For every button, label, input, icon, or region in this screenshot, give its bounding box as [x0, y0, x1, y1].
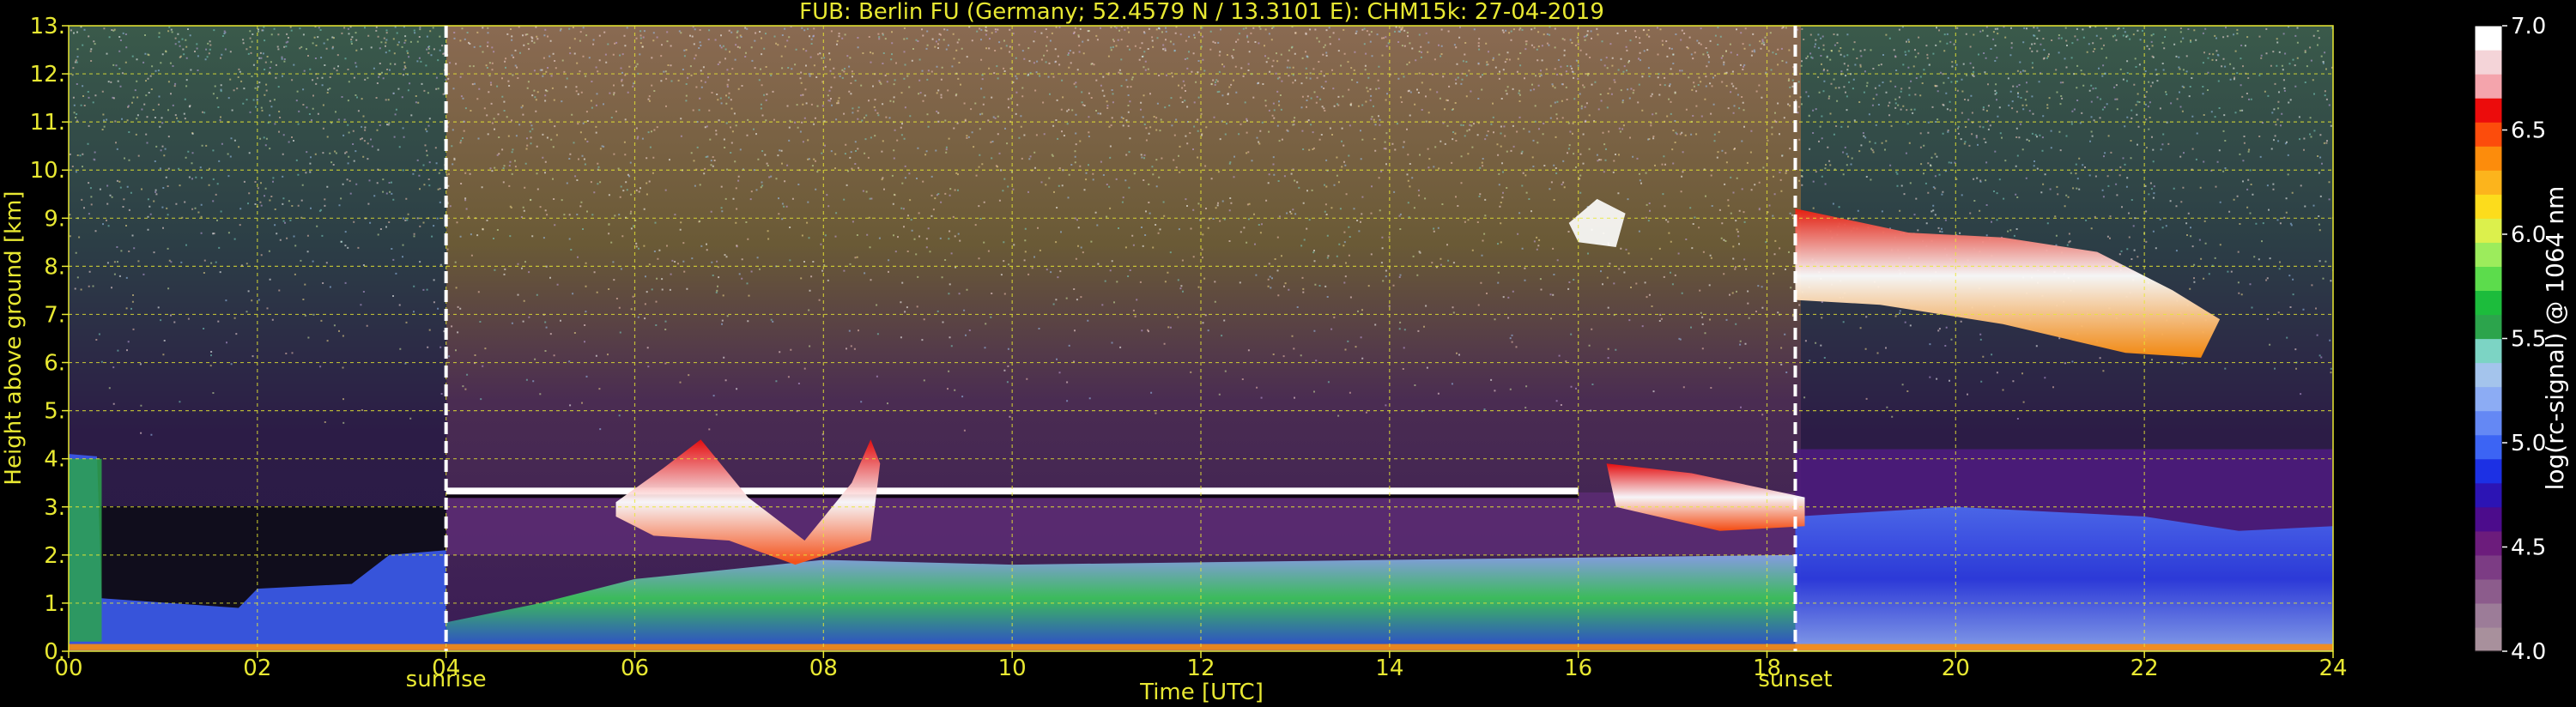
colorbar-tick-label: 4.0 [2511, 639, 2546, 665]
colorbar-swatch [2475, 74, 2502, 99]
y-tick-label: 2. [44, 543, 65, 569]
x-tick-label: 02 [243, 656, 271, 681]
x-tick-label: 14 [1375, 656, 1403, 681]
colorbar-swatch [2475, 626, 2502, 652]
x-tick-label: 08 [809, 656, 838, 681]
colorbar-swatch [2475, 170, 2502, 195]
x-tick-label: 18 [1753, 656, 1781, 681]
colorbar-swatch [2475, 362, 2502, 388]
early-aerosol-layer [69, 458, 102, 642]
x-tick-label: 12 [1186, 656, 1215, 681]
colorbar-swatch [2475, 530, 2502, 556]
colorbar-swatch [2475, 266, 2502, 292]
x-tick-label: 24 [2318, 656, 2347, 681]
colorbar-swatch [2475, 554, 2502, 580]
colorbar-swatch [2475, 506, 2502, 532]
y-tick-label: 3. [44, 495, 65, 521]
y-tick-label: 11. [30, 110, 65, 136]
y-axis-label: Height above ground [km] [1, 190, 27, 485]
colorbar-swatch [2475, 50, 2502, 75]
y-tick-label: 4. [44, 447, 65, 473]
y-tick-label: 6. [44, 351, 65, 377]
x-axis-label: Time [UTC] [1139, 680, 1264, 705]
colorbar-swatch [2475, 26, 2502, 51]
colorbar-swatch [2475, 122, 2502, 147]
colorbar-swatch [2475, 434, 2502, 460]
chart-title: FUB: Berlin FU (Germany; 52.4579 N / 13.… [799, 0, 1604, 25]
colorbar-swatch [2475, 314, 2502, 340]
x-tick-label: 22 [2131, 656, 2159, 681]
colorbar-swatch [2475, 458, 2502, 484]
colorbar-swatch [2475, 602, 2502, 628]
colorbar-swatch [2475, 410, 2502, 436]
colorbar-swatch [2475, 242, 2502, 267]
colorbar-swatch [2475, 194, 2502, 219]
colorbar-tick-label: 4.5 [2511, 535, 2546, 561]
y-tick-label: 10. [30, 158, 65, 184]
y-axis-ticks: 0. 1. 2. 3. 4. 5. 6. 7. 8. 9. 10. 11. 12. 13. [30, 14, 69, 665]
colorbar: 4.04.55.05.56.06.57.0 [2474, 14, 2546, 665]
colorbar-tick-label: 6.5 [2511, 118, 2546, 144]
plot-area [69, 26, 2333, 651]
y-tick-label: 7. [44, 302, 65, 328]
colorbar-swatch [2475, 98, 2502, 123]
colorbar-swatch [2475, 338, 2502, 364]
y-tick-label: 13. [30, 14, 65, 39]
y-tick-label: 5. [44, 399, 65, 425]
colorbar-swatch [2475, 482, 2502, 508]
y-tick-label: 1. [44, 591, 65, 617]
x-tick-label: 16 [1564, 656, 1592, 681]
colorbar-swatch [2475, 290, 2502, 316]
x-axis-ticks: 00 02 04 06 08 10 12 14 16 18 20 22 24 [54, 651, 2348, 681]
x-tick-label: 04 [432, 656, 460, 681]
y-tick-label: 12. [30, 62, 65, 88]
colorbar-tick-label: 7.0 [2511, 14, 2546, 39]
colorbar-swatch [2475, 578, 2502, 604]
x-tick-label: 20 [1942, 656, 1970, 681]
lidar-quicklook-chart: FUB: Berlin FU (Germany; 52.4579 N / 13.… [1, 0, 2569, 705]
x-tick-label: 06 [621, 656, 649, 681]
colorbar-label: log(rc-signal) @ 1064 nm [2541, 186, 2569, 491]
x-tick-label: 10 [998, 656, 1027, 681]
colorbar-swatch [2475, 218, 2502, 243]
y-tick-label: 0. [44, 639, 65, 665]
y-tick-label: 9. [44, 206, 65, 232]
colorbar-swatch [2475, 386, 2502, 412]
colorbar-swatch [2475, 146, 2502, 171]
y-tick-label: 8. [44, 254, 65, 280]
